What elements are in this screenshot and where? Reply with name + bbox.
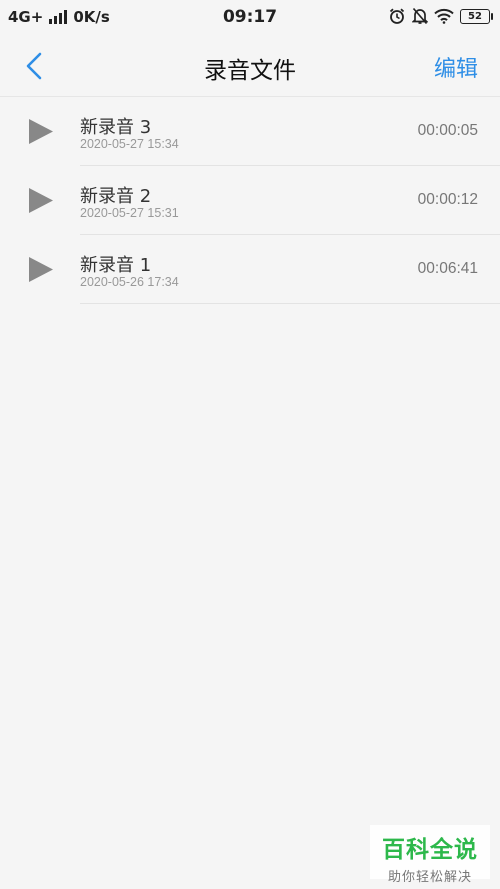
play-icon[interactable] (28, 187, 54, 214)
battery-icon: 52 (460, 8, 493, 24)
status-right: 52 (388, 7, 493, 25)
recording-date: 2020-05-27 15:34 (80, 137, 179, 151)
watermark-subtitle: 助你轻松解决 (387, 870, 472, 885)
play-icon[interactable] (28, 256, 54, 283)
list-item[interactable]: 新录音 2 2020-05-27 15:31 00:00:12 (0, 166, 500, 235)
watermark-logo: 百科全说 助你轻松解决 (370, 825, 490, 885)
list-item[interactable]: 新录音 3 2020-05-27 15:34 00:00:05 (0, 97, 500, 166)
recording-date: 2020-05-26 17:34 (80, 275, 179, 289)
recording-date: 2020-05-27 15:31 (80, 206, 179, 220)
recording-name: 新录音 1 (80, 255, 152, 276)
recording-duration: 00:00:05 (417, 122, 478, 139)
item-text: 新录音 2 2020-05-27 15:31 00:00:12 (80, 166, 500, 235)
watermark-title: 百科全说 (382, 837, 478, 863)
wifi-icon (434, 8, 454, 24)
page-title: 录音文件 (204, 58, 296, 84)
recording-duration: 00:00:12 (417, 191, 478, 208)
recording-list: 新录音 3 2020-05-27 15:34 00:00:05 新录音 2 20… (0, 97, 500, 304)
recording-name: 新录音 2 (80, 186, 152, 207)
item-text: 新录音 1 2020-05-26 17:34 00:06:41 (80, 235, 500, 304)
alarm-icon (389, 8, 405, 24)
play-icon[interactable] (28, 118, 54, 145)
nav-bar: 录音文件 编辑 (0, 36, 500, 97)
edit-button[interactable]: 编辑 (434, 51, 478, 83)
list-item[interactable]: 新录音 1 2020-05-26 17:34 00:06:41 (0, 235, 500, 304)
recording-name: 新录音 3 (80, 117, 152, 138)
item-text: 新录音 3 2020-05-27 15:34 00:00:05 (80, 97, 500, 166)
mute-bell-icon (412, 7, 428, 25)
screen: 4G+ 0K/s 09:17 52 录音文件 编辑 新录音 3 2020-05-… (0, 0, 500, 889)
status-bar: 4G+ 0K/s 09:17 52 (0, 0, 500, 36)
recording-duration: 00:06:41 (417, 260, 478, 277)
